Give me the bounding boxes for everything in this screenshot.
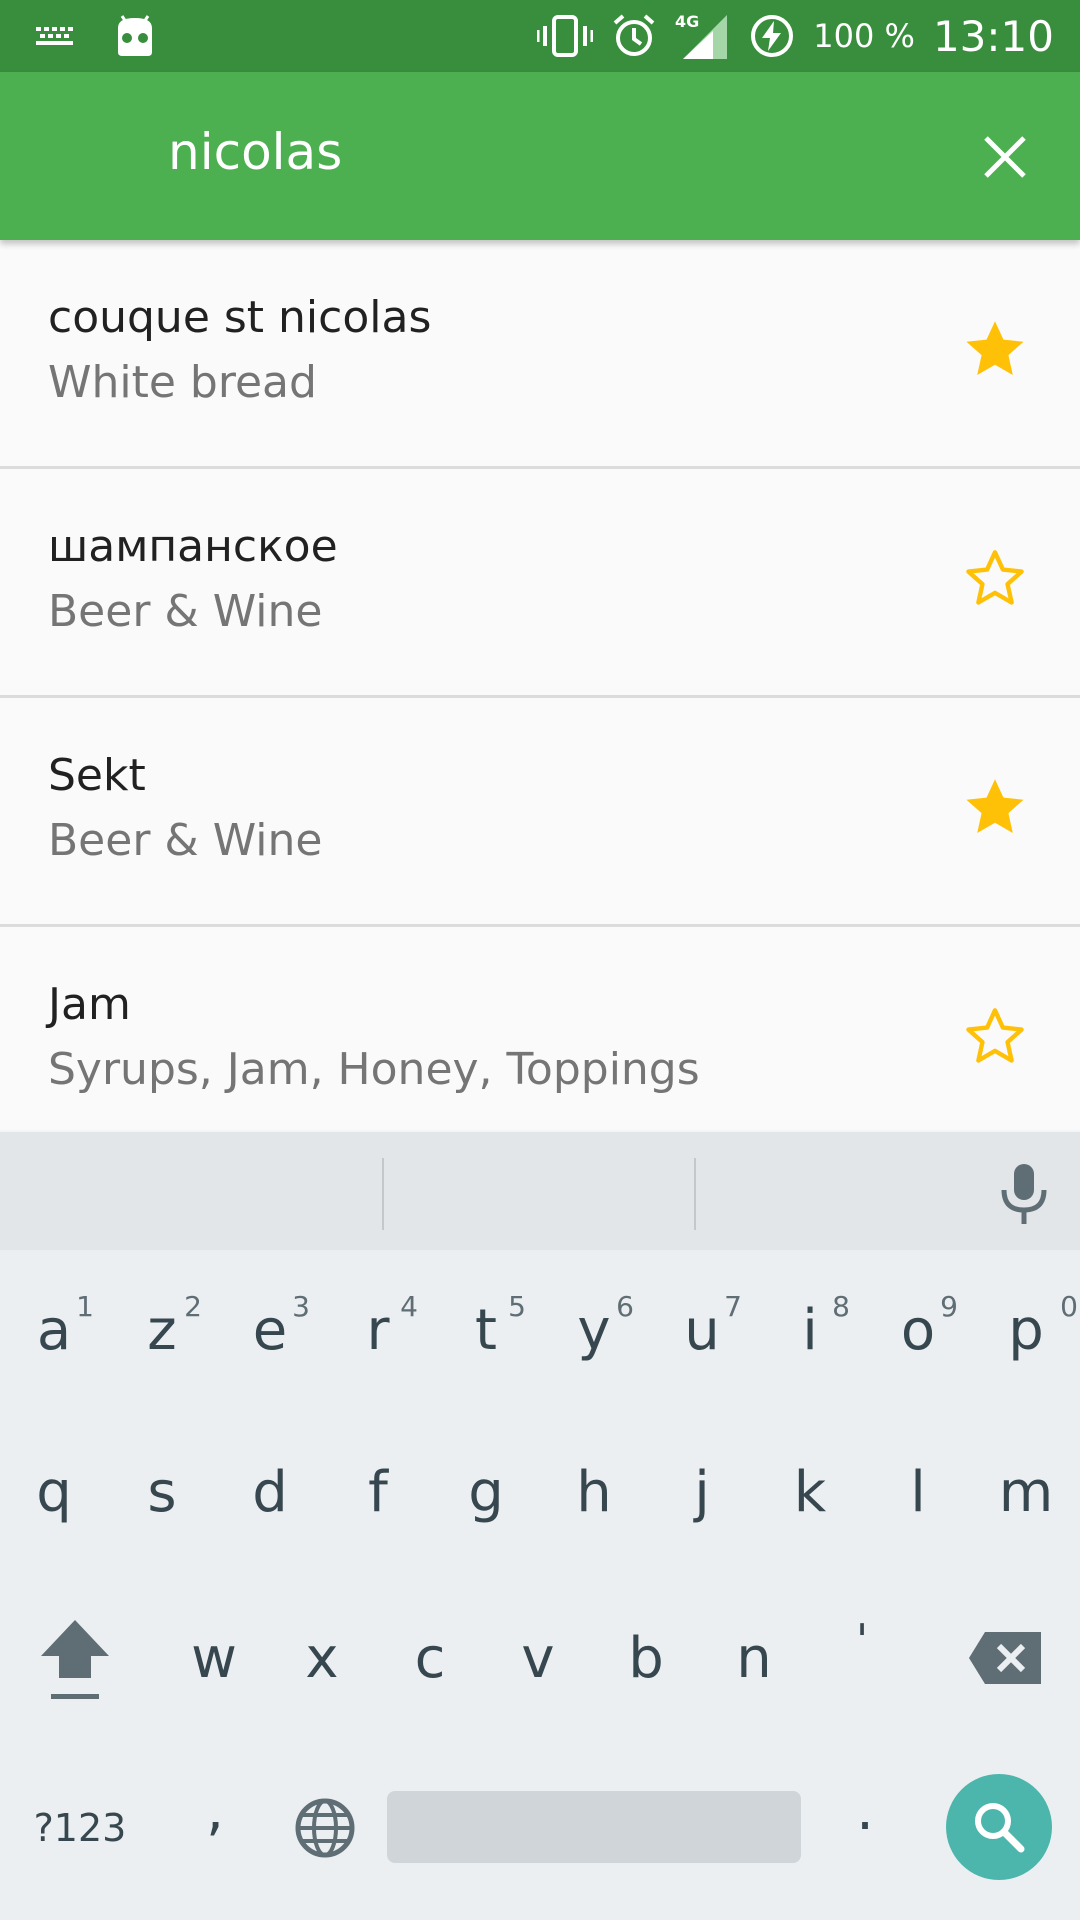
key-w[interactable]: w	[160, 1608, 268, 1708]
suggestion-strip	[0, 1130, 1080, 1250]
language-key[interactable]	[280, 1778, 370, 1878]
item-category: Syrups, Jam, Honey, Toppings	[48, 1044, 700, 1095]
key-f[interactable]: f	[324, 1442, 432, 1542]
key-v[interactable]: v	[484, 1608, 592, 1708]
status-bar: 4G 100 % 13:10	[0, 0, 1080, 72]
key-z[interactable]: z2	[108, 1280, 216, 1380]
symbols-key[interactable]: ?123	[20, 1778, 140, 1878]
search-icon	[975, 1803, 1025, 1853]
vibrate-icon	[537, 15, 594, 57]
key-t[interactable]: t5	[432, 1280, 540, 1380]
item-name: шампанское	[48, 521, 338, 572]
key-m[interactable]: m	[972, 1442, 1080, 1542]
item-category: Beer & Wine	[48, 815, 323, 866]
star-filled-icon[interactable]	[960, 314, 1030, 384]
shift-icon	[41, 1620, 109, 1699]
search-toolbar	[0, 72, 1080, 240]
item-name: couque st nicolas	[48, 292, 432, 343]
key-e[interactable]: e3	[216, 1280, 324, 1380]
list-item[interactable]: Sekt Beer & Wine	[0, 698, 1080, 927]
key-p[interactable]: p0	[972, 1280, 1080, 1380]
close-icon	[984, 136, 1026, 178]
item-name: Sekt	[48, 750, 146, 801]
key-b[interactable]: b	[592, 1608, 700, 1708]
suggestion-divider	[694, 1158, 696, 1230]
keyboard-icon	[36, 27, 73, 45]
item-category: Beer & Wine	[48, 586, 323, 637]
key-i[interactable]: i8	[756, 1280, 864, 1380]
key-k[interactable]: k	[756, 1442, 864, 1542]
comma-key[interactable]: ,	[170, 1760, 260, 1860]
key-apostrophe[interactable]: '	[808, 1590, 916, 1690]
star-filled-icon[interactable]	[960, 772, 1030, 842]
key-a[interactable]: a1	[0, 1280, 108, 1380]
key-j[interactable]: j	[648, 1442, 756, 1542]
key-g[interactable]: g	[432, 1442, 540, 1542]
microphone-icon[interactable]	[996, 1162, 1052, 1226]
spacebar[interactable]	[387, 1791, 801, 1863]
key-l[interactable]: l	[864, 1442, 972, 1542]
period-key[interactable]: .	[820, 1760, 910, 1860]
key-u[interactable]: u7	[648, 1280, 756, 1380]
item-category: White bread	[48, 357, 317, 408]
key-q[interactable]: q	[0, 1442, 108, 1542]
search-action-button[interactable]	[946, 1774, 1052, 1880]
clock: 13:10	[932, 11, 1054, 61]
battery-charging-icon	[751, 15, 794, 57]
key-o[interactable]: o9	[864, 1280, 972, 1380]
backspace-icon	[969, 1632, 1041, 1684]
star-outline-icon[interactable]	[960, 543, 1030, 613]
results-list: couque st nicolas White bread шампанское…	[0, 240, 1080, 1130]
signal-4g-icon: 4G	[675, 12, 728, 59]
backspace-key[interactable]	[950, 1608, 1060, 1708]
star-outline-icon[interactable]	[960, 1001, 1030, 1071]
key-d[interactable]: d	[216, 1442, 324, 1542]
key-h[interactable]: h	[540, 1442, 648, 1542]
key-n[interactable]: n	[700, 1608, 808, 1708]
key-c[interactable]: c	[376, 1608, 484, 1708]
key-r[interactable]: r4	[324, 1280, 432, 1380]
soft-keyboard: a1 z2 e3 r4 t5 y6 u7 i8 o9 p0 q s d f g …	[0, 1130, 1080, 1920]
list-item[interactable]: Jam Syrups, Jam, Honey, Toppings	[0, 927, 1080, 1130]
svg-text:4G: 4G	[675, 12, 699, 31]
suggestion-divider	[382, 1158, 384, 1230]
globe-icon	[295, 1798, 355, 1858]
shift-key[interactable]	[20, 1608, 130, 1708]
item-name: Jam	[48, 979, 131, 1030]
alarm-icon	[613, 14, 655, 56]
battery-percent: 100 %	[813, 17, 915, 55]
search-input[interactable]	[168, 112, 928, 192]
key-s[interactable]: s	[108, 1442, 216, 1542]
android-debug-icon	[118, 15, 152, 56]
list-item[interactable]: шампанское Beer & Wine	[0, 469, 1080, 698]
key-x[interactable]: x	[268, 1608, 376, 1708]
clear-search-button[interactable]	[970, 122, 1040, 192]
list-item[interactable]: couque st nicolas White bread	[0, 240, 1080, 469]
key-y[interactable]: y6	[540, 1280, 648, 1380]
